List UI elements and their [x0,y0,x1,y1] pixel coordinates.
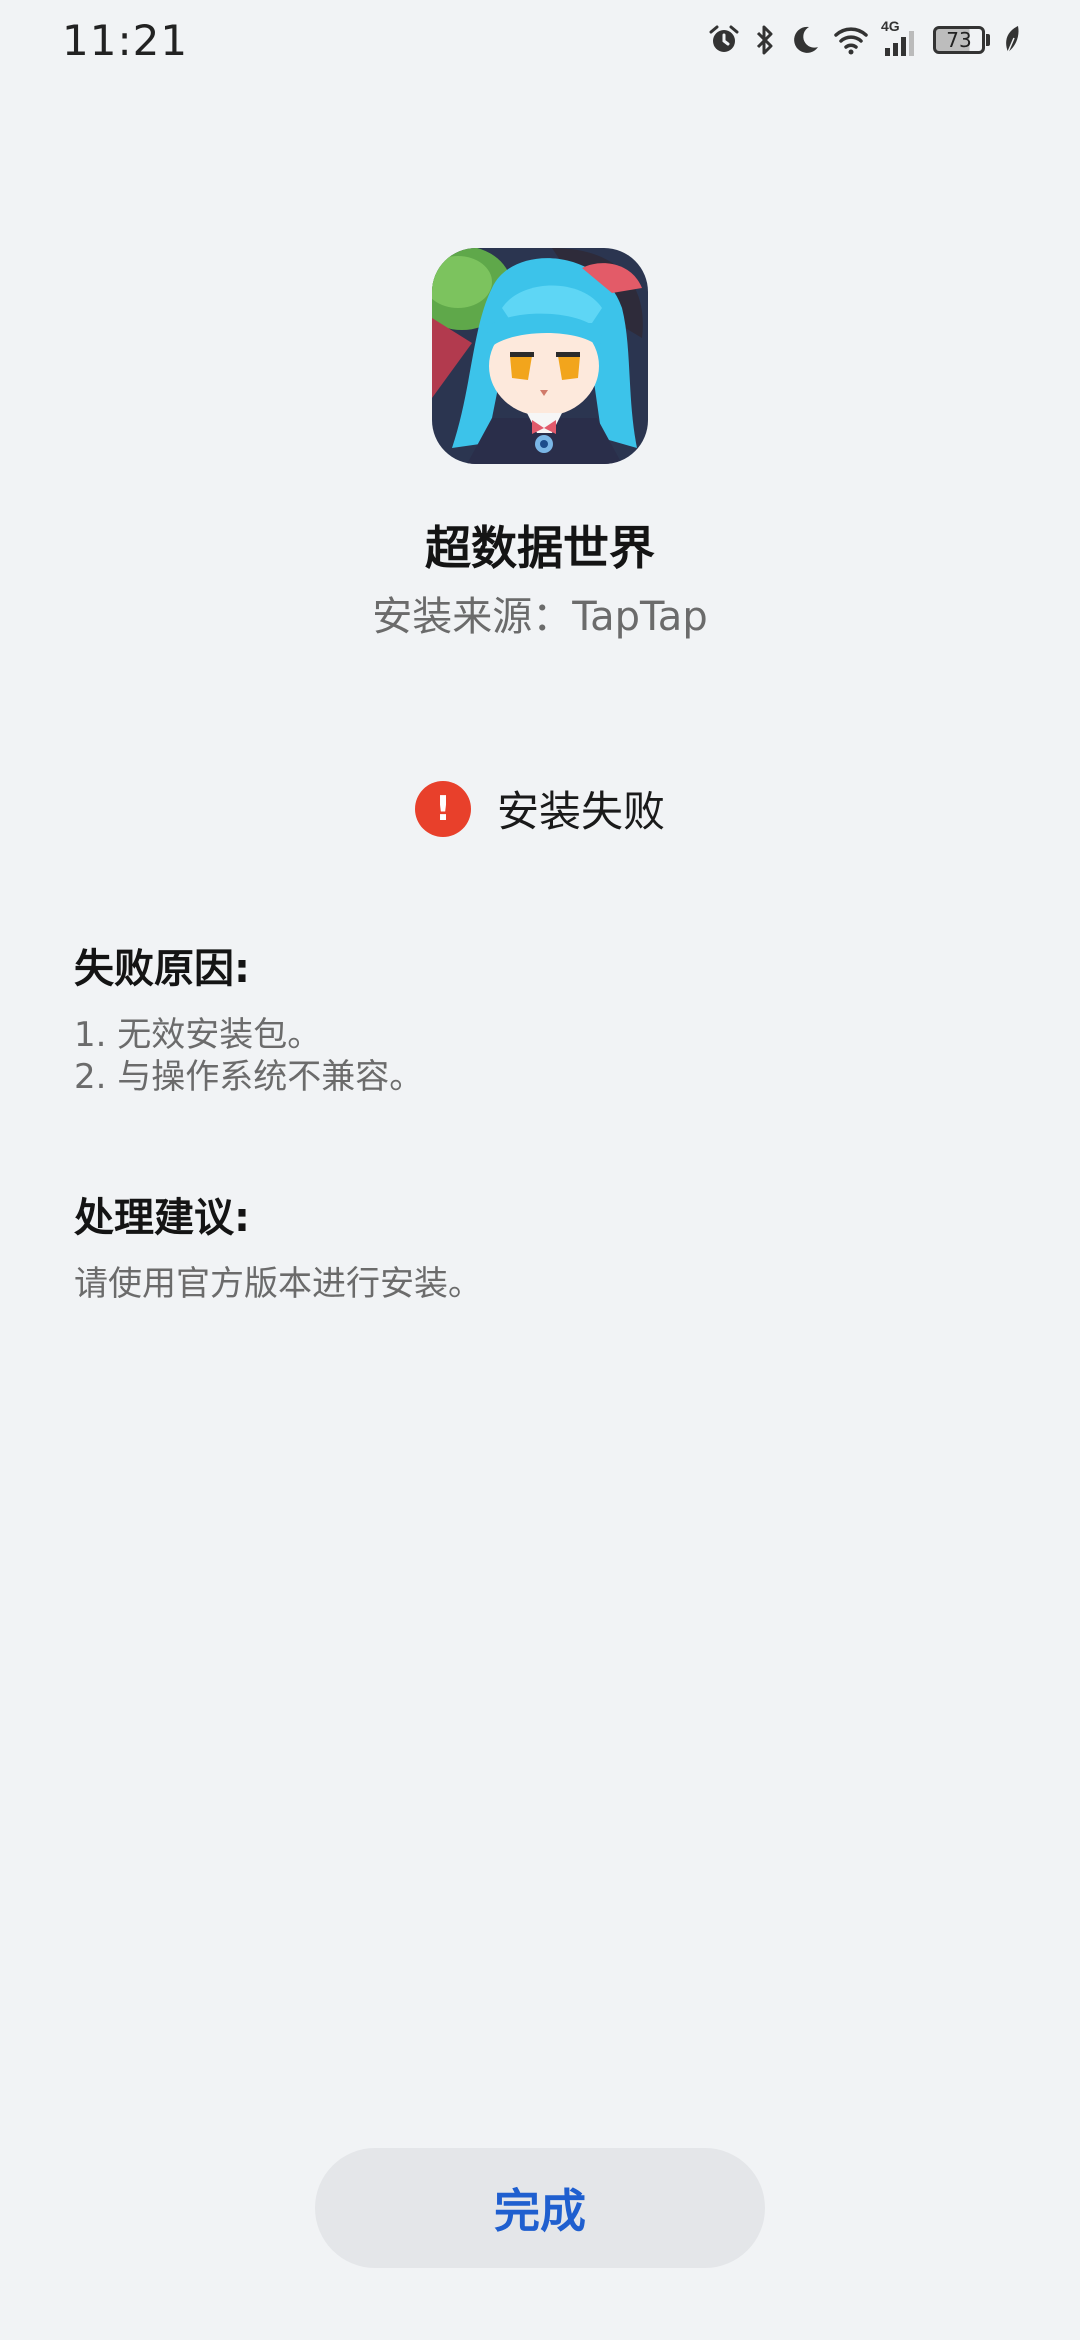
moon-icon [789,23,821,57]
alarm-icon [707,23,741,57]
bluetooth-icon [753,23,777,57]
error-icon: ! [414,780,471,837]
failure-reasons: 失败原因: 1. 无效安装包。 2. 与操作系统不兼容。 [74,936,1006,1098]
battery-tip [986,34,990,46]
install-result-screen: 11:21 4G 73 超数据世界 安装来源：TapTap ! 安装失败 失败原… [0,0,1080,2340]
battery-level: 73 [933,26,985,54]
status-time: 11:21 [62,16,189,65]
suggestions: 处理建议: 请使用官方版本进行安装。 [74,1185,1006,1305]
suggestions-title: 处理建议: [74,1195,250,1241]
status-icons: 4G 73 [707,18,1022,60]
signal-icon: 4G [881,18,921,58]
leaf-icon [1002,24,1022,56]
done-button[interactable]: 完成 [315,2148,765,2268]
battery-icon: 73 [933,26,990,54]
status-bar: 11:21 4G 73 [0,0,1080,84]
failure-reason-item: 1. 无效安装包。 [74,1015,322,1055]
suggestion-item: 请使用官方版本进行安装。 [74,1264,482,1304]
install-source: 安装来源：TapTap [372,594,708,640]
failure-reasons-title: 失败原因: [74,946,250,992]
install-result: ! 安装失败 [0,778,1080,839]
failure-reason-item: 2. 与操作系统不兼容。 [74,1057,424,1097]
install-result-text: 安装失败 [496,787,665,836]
app-name: 超数据世界 [425,521,655,575]
wifi-icon [833,23,869,57]
app-icon [432,248,648,464]
